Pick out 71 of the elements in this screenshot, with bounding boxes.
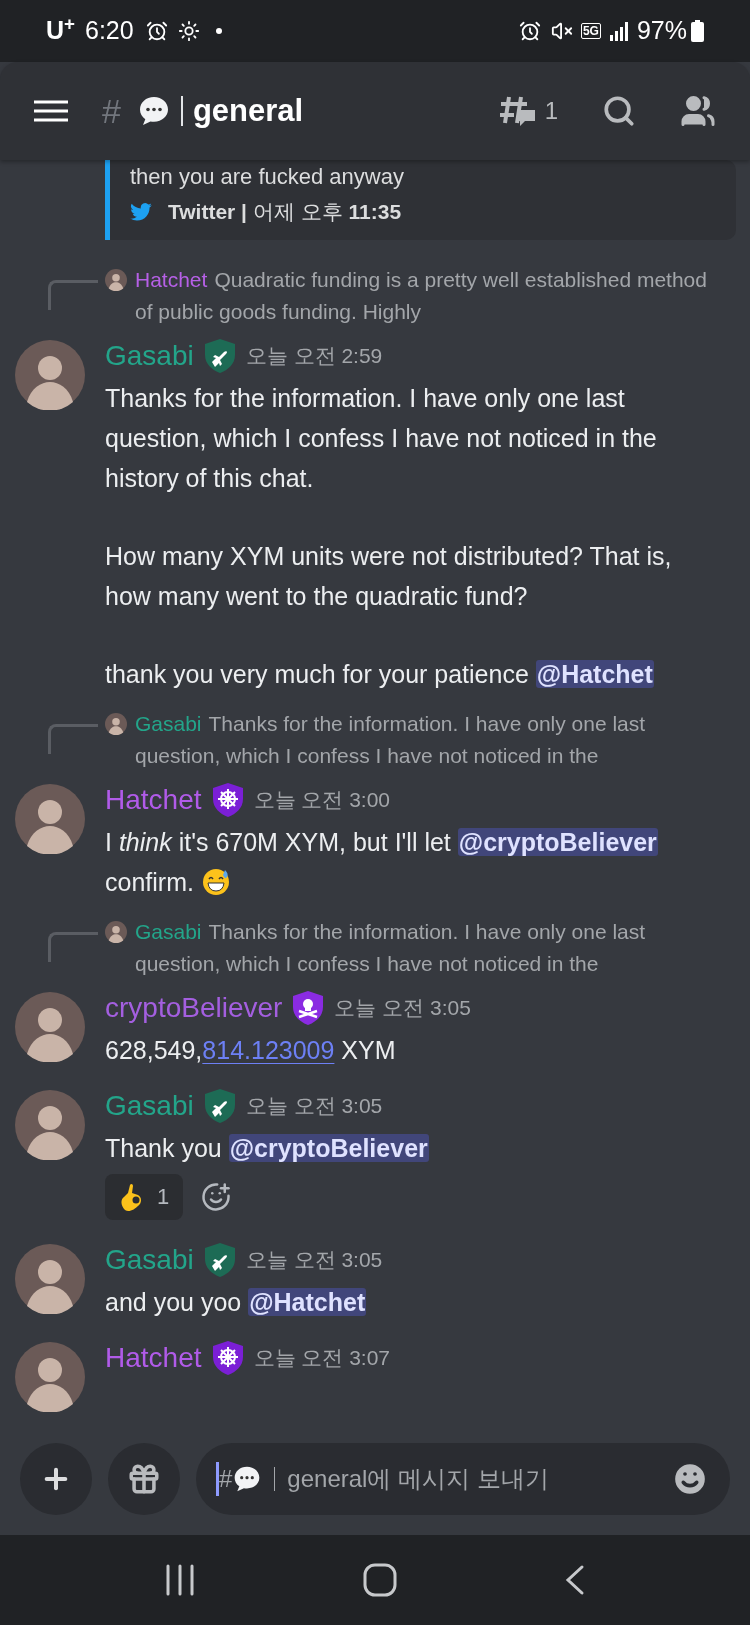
reply-spine [48,723,98,754]
embed-footer: Twitter | 어제 오후 11:35 [168,196,402,228]
sun-icon [177,20,200,42]
text-cursor [216,1462,219,1496]
reply-preview[interactable]: Hatchet Quadratic funding is a pretty well established method of public goods funding. Highly [135,263,726,328]
number-link[interactable]: 814.123009 [202,1035,335,1064]
timestamp: 오늘 오전 3:05 [334,994,471,1021]
channel-hash: # [102,90,121,132]
network-type: 5G [580,23,601,39]
message-text: confirm. [105,867,195,896]
input-channel-hash: # [219,1464,233,1494]
message-input[interactable]: # general에 메시지 보내기 [196,1443,730,1515]
home-icon[interactable] [363,1563,397,1597]
timestamp: 오늘 오전 3:00 [253,786,391,813]
menu-icon[interactable] [34,99,68,123]
title-divider [180,96,183,126]
user-mention[interactable]: @Hatchet [248,1287,367,1316]
message-text: XYM [340,1035,396,1064]
message-text: and you yoo [105,1287,243,1316]
author-name[interactable]: Gasabi [105,334,194,377]
input-field[interactable]: general에 메시지 보내기 [287,1461,670,1497]
clock: 6:20 [85,15,134,47]
avatar [105,268,127,291]
threads-button[interactable]: 1 [498,93,558,129]
add-reaction-icon[interactable] [201,1181,232,1212]
input-divider [274,1467,276,1491]
reply-spine [48,931,98,962]
timestamp: 오늘 오전 3:05 [245,1092,383,1119]
avatar [15,1243,85,1314]
author-name[interactable]: Hatchet [105,1336,202,1379]
sweat-smile-emoji-icon [200,866,231,897]
author-name[interactable]: Gasabi [105,1084,194,1127]
reply-spine [48,279,98,310]
avatar [15,1341,85,1412]
mute-icon [550,20,573,42]
user-mention[interactable]: @Hatchet [535,659,654,688]
bird-icon [130,202,152,221]
signal-icon [608,21,629,41]
author-name[interactable]: Hatchet [105,778,202,821]
avatar [15,991,85,1062]
avatar [105,712,127,735]
channel-title: general [192,91,304,130]
user-mention[interactable]: @cryptoBeliever [457,827,658,856]
gift-icon [127,1462,161,1496]
author-name[interactable]: Gasabi [105,1238,194,1281]
avatar [105,920,127,943]
timestamp: 오늘 오전 3:07 [253,1344,391,1371]
search-icon[interactable] [602,94,636,128]
reply-preview[interactable]: Gasabi Thanks for the information. I have only one last question, which I confess I have not noticed in the [135,707,726,772]
avatar [15,339,85,410]
alarm-icon [145,20,168,42]
user-mention[interactable]: @cryptoBeliever [228,1133,429,1162]
message-text: 628,549, [105,1035,203,1064]
message-text: I think it's 670M XYM, but I'll let [105,827,452,856]
message-text: Thanks for the information. I have only one last question, which I confess I have not noticed in the history of this chat. [105,383,657,492]
message-text: Thank you [105,1133,223,1162]
message-text: thank you very much for your patience [105,659,530,688]
timestamp: 오늘 오전 3:05 [245,1246,383,1273]
reaction-chip[interactable]: 1 [105,1173,184,1220]
carrier-label: U$^{+}$ [46,12,75,47]
embed-text: then you are fucked anyway [130,163,405,191]
reply-preview[interactable]: Gasabi Thanks for the information. I have only one last question, which I confess I have not noticed in the [135,915,726,980]
battery-percent: 97% [636,15,687,47]
message-text: How many XYM units were not distributed? That is, how many went to the quadratic fund? [105,541,672,610]
members-icon[interactable] [680,93,716,129]
alarm-icon [518,20,541,42]
timestamp: 오늘 오전 2:59 [245,342,383,369]
avatar [15,783,85,854]
author-name[interactable]: cryptoBeliever [105,986,283,1029]
avatar [15,1089,85,1160]
battery-icon [691,20,704,42]
